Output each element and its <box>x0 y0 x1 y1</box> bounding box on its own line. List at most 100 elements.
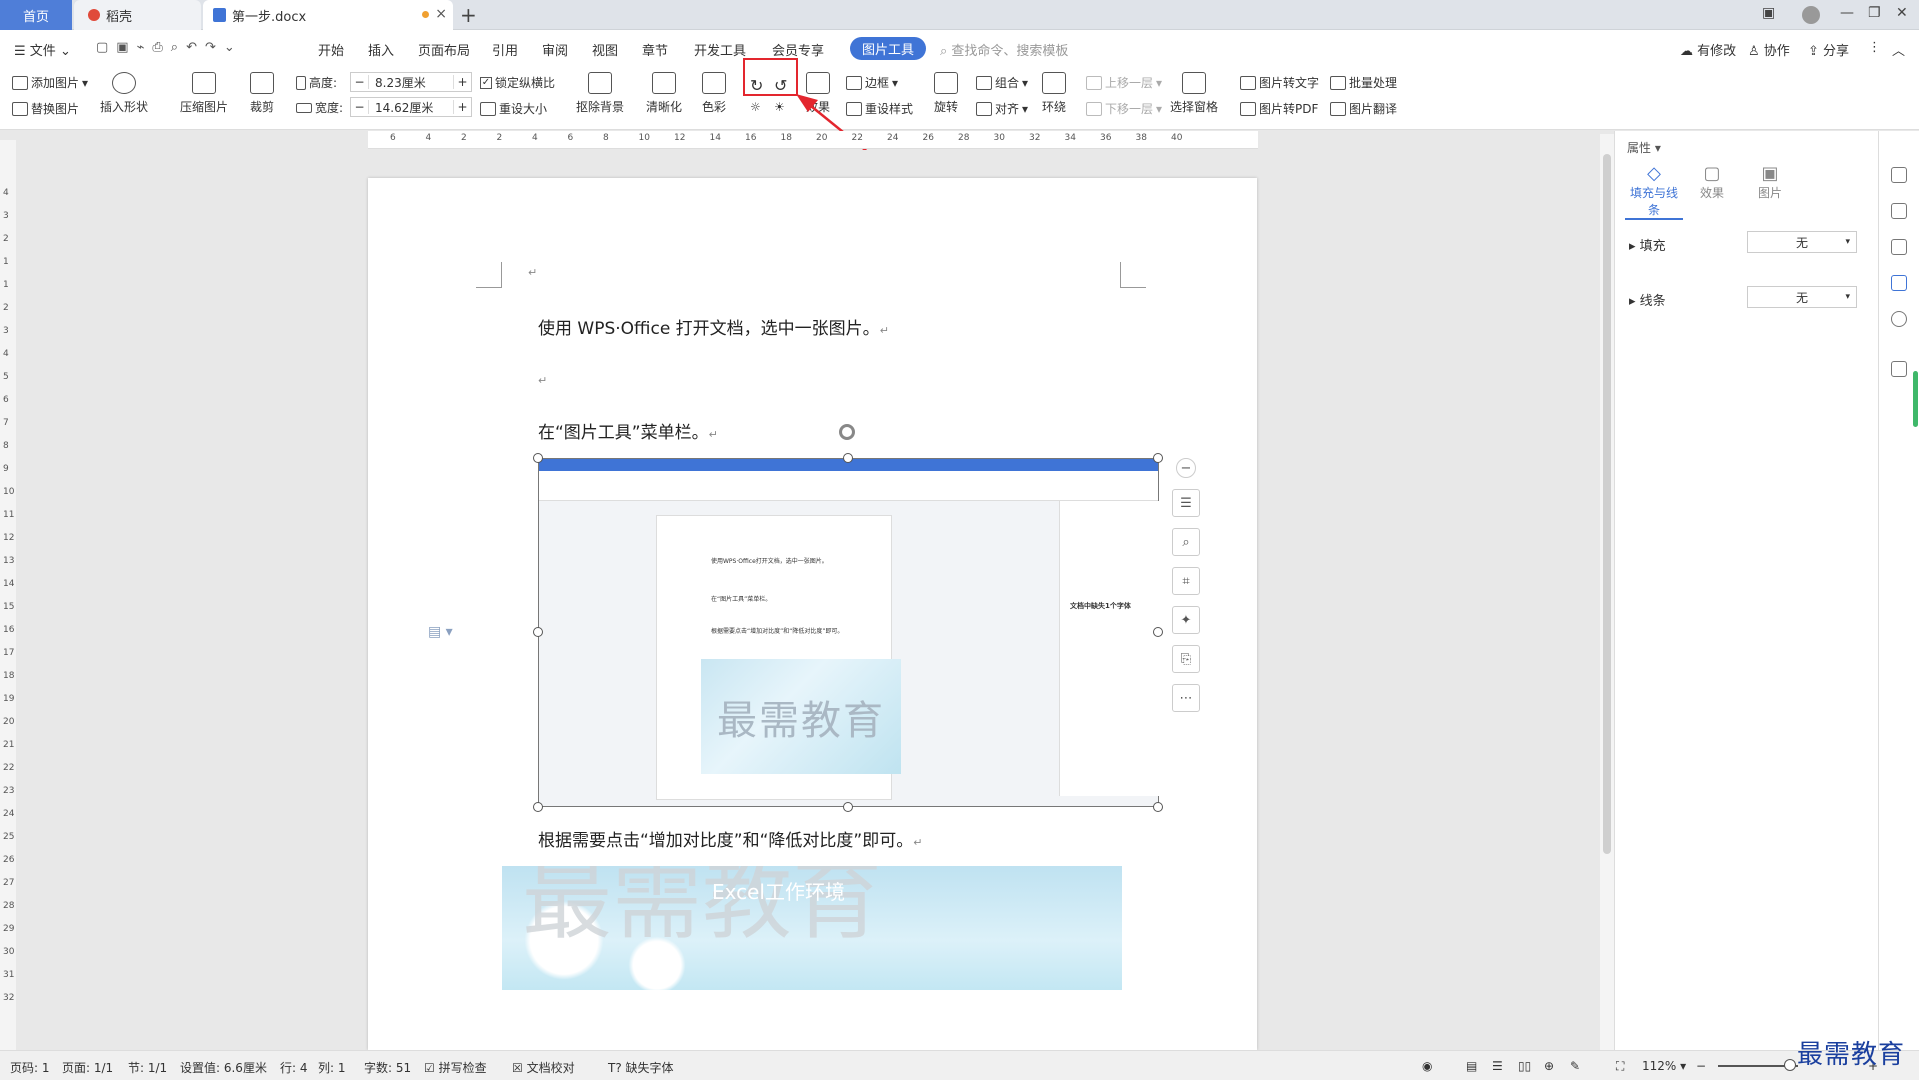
layout-options-icon[interactable]: ☰ <box>1172 489 1200 517</box>
new-tab-button[interactable]: + <box>460 3 477 27</box>
width-decrease[interactable]: − <box>351 100 369 114</box>
height-value[interactable]: 8.23厘米 <box>369 74 453 91</box>
menu-member[interactable]: 会员专享 <box>772 40 824 59</box>
menu-start[interactable]: 开始 <box>318 40 344 59</box>
resize-handle[interactable] <box>1153 802 1163 812</box>
resize-handle[interactable] <box>533 802 543 812</box>
bottom-image[interactable]: 最需教育 Excel工作环境 <box>502 866 1122 990</box>
increase-brightness-button[interactable]: ☼ <box>750 100 761 114</box>
width-increase[interactable]: + <box>453 100 471 114</box>
changes-button[interactable]: ☁ 有修改 <box>1680 40 1736 59</box>
menu-insert[interactable]: 插入 <box>368 40 394 59</box>
share-button[interactable]: ⇪ 分享 <box>1808 40 1849 59</box>
zoom-image-icon[interactable]: ⌕ <box>1172 528 1200 556</box>
remove-background-button[interactable]: 抠除背景 <box>576 72 624 115</box>
height-decrease[interactable]: − <box>351 75 369 89</box>
menu-picture-tools[interactable]: 图片工具 <box>850 37 927 60</box>
selected-screenshot-image[interactable]: 使用WPS·Office打开文档，选中一张图片。 在“图片工具”菜单栏。 根据需… <box>538 458 1159 807</box>
height-field[interactable]: −8.23厘米 + <box>350 72 472 92</box>
batch-process-button[interactable]: 批量处理 <box>1330 74 1397 91</box>
menu-chapter[interactable]: 章节 <box>642 40 668 59</box>
avatar[interactable] <box>1802 6 1820 24</box>
status-page[interactable]: 页码: 1 <box>10 1059 50 1076</box>
reset-size-button[interactable]: 重设大小 <box>480 100 547 117</box>
resize-handle[interactable] <box>533 453 543 463</box>
eye-protection-icon[interactable]: ◉ <box>1422 1059 1432 1073</box>
height-increase[interactable]: + <box>453 75 471 89</box>
decrease-brightness-button[interactable]: ☀ <box>774 100 785 114</box>
tab-fill-line[interactable]: ◇ 填充与线条 <box>1625 163 1683 220</box>
page-view-icon[interactable]: ▤ <box>1466 1059 1477 1073</box>
restore-icon[interactable]: ❐ <box>1868 5 1881 21</box>
write-view-icon[interactable]: ✎ <box>1570 1059 1580 1073</box>
menu-view[interactable]: 视图 <box>592 40 618 59</box>
line-section-toggle[interactable]: ▸ 线条 <box>1629 290 1666 309</box>
send-backward-button[interactable]: 下移一层 ▾ <box>1086 100 1162 117</box>
resize-handle[interactable] <box>1153 453 1163 463</box>
panel-title[interactable]: 属性 ▾ <box>1627 139 1661 156</box>
rotate-button[interactable]: 旋转 <box>934 72 958 115</box>
zoom-slider-knob[interactable] <box>1784 1059 1796 1071</box>
sharpen-button[interactable]: 清晰化 <box>646 72 682 115</box>
group-button[interactable]: 组合 ▾ <box>976 74 1028 91</box>
status-pages[interactable]: 页面: 1/1 <box>62 1059 113 1076</box>
command-search[interactable]: ⌕ 查找命令、搜索模板 <box>940 40 1068 59</box>
fill-section-toggle[interactable]: ▸ 填充 <box>1629 235 1666 254</box>
crop-tool-icon[interactable]: ⌗ <box>1172 567 1200 595</box>
effect-button[interactable]: 效果 <box>806 72 830 115</box>
paragraph-layout-icon[interactable]: ▤ ▾ <box>428 624 453 640</box>
menu-page-layout[interactable]: 页面布局 <box>418 40 470 59</box>
lock-ratio-checkbox[interactable]: ✓ 锁定纵横比 <box>480 74 555 91</box>
paragraph-1[interactable]: 使用 WPS·Office 打开文档，选中一张图片。↵ <box>538 314 889 339</box>
width-field[interactable]: −14.62厘米 + <box>350 97 472 117</box>
image-to-pdf-button[interactable]: 图片转PDF <box>1240 100 1318 117</box>
tab-picture[interactable]: ▣ 图片 <box>1741 163 1799 220</box>
insert-shape-button[interactable]: 插入形状 <box>100 72 148 115</box>
window-layout-icon[interactable]: ▣ <box>1762 5 1775 21</box>
collab-button[interactable]: ♙ 协作 <box>1748 40 1790 59</box>
missing-font-button[interactable]: T? 缺失字体 <box>608 1059 674 1076</box>
status-col[interactable]: 列: 1 <box>318 1059 346 1076</box>
tab-document[interactable]: 第一步.docx × <box>203 0 453 30</box>
zoom-level[interactable]: 112% ▾ <box>1642 1059 1686 1073</box>
status-setting[interactable]: 设置值: 6.6厘米 <box>180 1059 267 1076</box>
spell-check-button[interactable]: ☑ 拼写检查 <box>424 1059 487 1076</box>
line-dropdown[interactable]: 无 ▾ <box>1747 286 1857 308</box>
align-button[interactable]: 对齐 ▾ <box>976 100 1028 117</box>
status-section[interactable]: 节: 1/1 <box>128 1059 167 1076</box>
color-button[interactable]: 色彩 <box>702 72 726 115</box>
paragraph-3[interactable]: 根据需要点击“增加对比度”和“降低对比度”即可。↵ <box>538 826 922 851</box>
outline-view-icon[interactable]: ☰ <box>1492 1059 1503 1073</box>
replace-image-button[interactable]: 替换图片 <box>12 100 79 117</box>
add-image-button[interactable]: 添加图片 ▾ <box>12 74 88 91</box>
width-value[interactable]: 14.62厘米 <box>369 99 453 116</box>
selection-pane-button[interactable]: 选择窗格 <box>1170 72 1218 115</box>
quick-access-icons[interactable]: ▢▣⌁⎙⌕↶↷⌄ <box>96 40 243 55</box>
properties-icon[interactable] <box>1891 275 1907 291</box>
menu-review[interactable]: 审阅 <box>542 40 568 59</box>
border-button[interactable]: 边框 ▾ <box>846 74 898 91</box>
more-icon[interactable]: ⋮ <box>1868 40 1881 55</box>
fit-page-icon[interactable]: ⛶ <box>1616 1059 1624 1074</box>
horizontal-ruler[interactable]: 6 4 2 2 4 6 8 10 12 14 16 18 20 22 24 26 28 30 32 34 36 38 40 <box>368 131 1258 149</box>
idea-bulb-icon[interactable]: ✦ <box>1172 606 1200 634</box>
scroll-thumb[interactable] <box>1603 154 1611 854</box>
resize-handle[interactable] <box>533 627 543 637</box>
tab-effect[interactable]: ▢ 效果 <box>1683 163 1741 220</box>
minimize-icon[interactable]: — <box>1840 5 1854 21</box>
close-window-icon[interactable]: ✕ <box>1896 5 1908 21</box>
resize-handle[interactable] <box>1153 627 1163 637</box>
style-icon[interactable] <box>1891 167 1907 183</box>
collapse-ribbon-icon[interactable]: ︿ <box>1892 40 1905 59</box>
tab-docer[interactable]: 稻壳 <box>74 0 201 30</box>
rotate-handle-icon[interactable] <box>839 424 855 440</box>
menu-dev-tools[interactable]: 开发工具 <box>694 40 746 59</box>
fill-dropdown[interactable]: 无 ▾ <box>1747 231 1857 253</box>
image-to-text-tool-icon[interactable]: ⎘ <box>1172 645 1200 673</box>
reading-view-icon[interactable]: ▯▯ <box>1518 1059 1531 1073</box>
wrap-button[interactable]: 环绕 <box>1042 72 1066 115</box>
collapse-icon[interactable]: − <box>1176 458 1196 478</box>
text-icon[interactable] <box>1891 361 1907 377</box>
image-translate-button[interactable]: 图片翻译 <box>1330 100 1397 117</box>
bring-forward-button[interactable]: 上移一层 ▾ <box>1086 74 1162 91</box>
